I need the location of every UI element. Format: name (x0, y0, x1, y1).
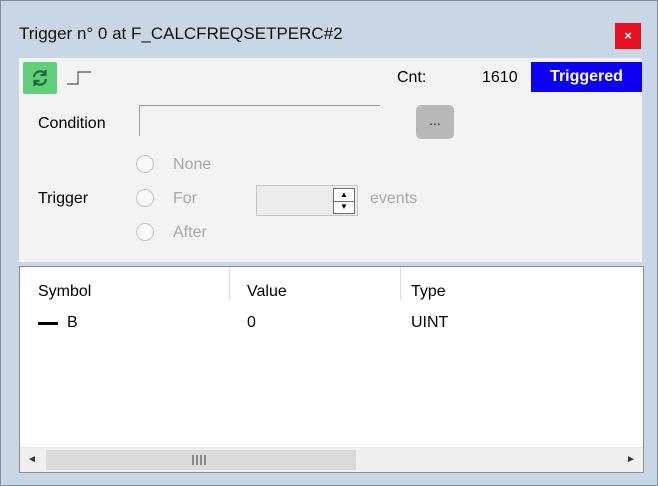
window-title: Trigger n° 0 at F_CALCFREQSETPERC#2 (19, 24, 343, 43)
title-bar[interactable]: Trigger n° 0 at F_CALCFREQSETPERC#2 × (1, 1, 657, 57)
condition-input[interactable] (139, 105, 380, 136)
column-header-symbol[interactable]: Symbol (38, 283, 91, 301)
scroll-right-icon[interactable]: ► (619, 448, 643, 472)
refresh-button[interactable] (23, 62, 57, 94)
scroll-left-icon[interactable]: ◄ (20, 448, 44, 472)
trigger-for-radio[interactable] (136, 189, 154, 207)
column-header-value[interactable]: Value (247, 283, 287, 301)
condition-label: Condition (38, 115, 106, 132)
count-value: 1610 (482, 69, 518, 86)
trigger-after-radio[interactable] (136, 223, 154, 241)
status-badge: Triggered (531, 62, 642, 92)
trigger-for-label: For (173, 190, 197, 207)
count-label: Cnt: (397, 69, 427, 86)
trigger-after-label: After (173, 224, 207, 241)
trigger-none-radio[interactable] (136, 155, 154, 173)
spinner-buttons: ▲ ▼ (333, 188, 355, 214)
value-cell: 0 (247, 314, 256, 331)
grip-icon (192, 455, 208, 465)
column-divider[interactable] (229, 267, 230, 300)
watch-table: Symbol Value Type B 0 UINT ◄ ► (19, 266, 644, 473)
column-header-type[interactable]: Type (411, 283, 446, 301)
rising-edge-icon[interactable] (65, 68, 95, 86)
type-cell: UINT (411, 314, 449, 331)
trigger-none-label: None (173, 156, 212, 173)
refresh-icon (32, 70, 48, 86)
horizontal-scrollbar[interactable]: ◄ ► (20, 447, 643, 472)
trigger-settings-panel: Cnt: 1610 Triggered Condition ... Trigge… (19, 58, 642, 262)
trigger-window: Trigger n° 0 at F_CALCFREQSETPERC#2 × Cn… (0, 0, 658, 486)
close-icon: × (624, 28, 632, 43)
browse-condition-button[interactable]: ... (416, 105, 454, 139)
spin-down-icon[interactable]: ▼ (334, 201, 354, 213)
column-divider[interactable] (400, 267, 401, 300)
close-button[interactable]: × (615, 23, 641, 49)
symbol-cell: B (67, 314, 78, 331)
event-count-spinner[interactable]: ▲ ▼ (256, 185, 358, 216)
scrollbar-thumb[interactable] (46, 450, 356, 470)
variable-leaf-icon (38, 322, 58, 325)
trigger-label: Trigger (38, 190, 89, 207)
events-label: events (370, 190, 418, 207)
